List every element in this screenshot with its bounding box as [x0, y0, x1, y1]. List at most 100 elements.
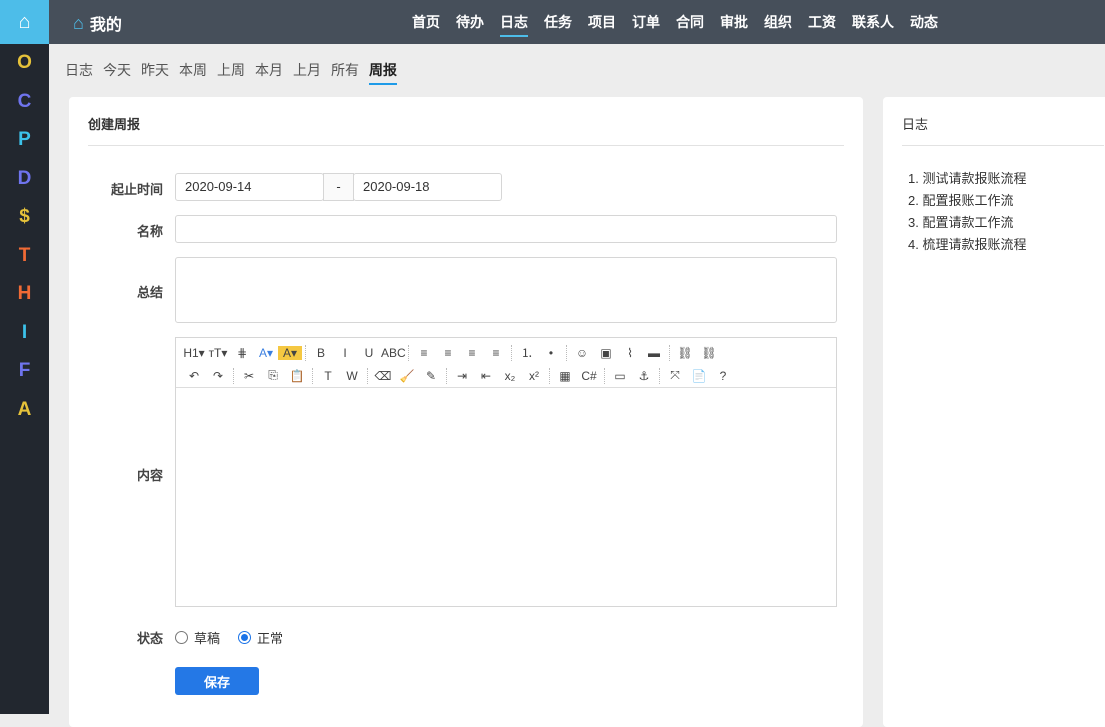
- sidebar-item-c[interactable]: C: [0, 83, 49, 122]
- nav-item[interactable]: 合同: [668, 0, 712, 44]
- tab-item[interactable]: 上周: [217, 60, 245, 85]
- nav-item[interactable]: 动态: [902, 0, 946, 44]
- toolbar-button-icon[interactable]: ⋕: [230, 346, 254, 360]
- rich-text-editor[interactable]: H1▾ тT▾ ⋕ A▾ A▾ B I U ABC ≡ ≡ ≡ ≡ ⒈ • ☺ ▣ ⌇ ▬ ⛓ ⛓ ↶ ↷ ✂ ⎘ 📋 T W ⌫ 🧹 ✎…: [175, 337, 837, 607]
- toolbar-button-icon[interactable]: ≡: [484, 346, 508, 360]
- toolbar-button-icon[interactable]: x²: [522, 369, 546, 383]
- toolbar-button-icon[interactable]: H1▾: [182, 346, 206, 360]
- nav-item[interactable]: 待办: [448, 0, 492, 44]
- toolbar-button-icon[interactable]: U: [357, 346, 381, 360]
- tab-item[interactable]: 昨天: [141, 60, 169, 85]
- sidebar-item-t[interactable]: T: [0, 237, 49, 276]
- name-input[interactable]: [175, 215, 837, 243]
- end-date-input[interactable]: 2020-09-18: [353, 173, 502, 201]
- toolbar-button-icon[interactable]: A▾: [278, 345, 302, 360]
- toolbar-button-icon[interactable]: ≡: [436, 346, 460, 360]
- nav-item[interactable]: 首页: [404, 0, 448, 44]
- sidebar-item-a[interactable]: A: [0, 391, 49, 430]
- toolbar-button-icon[interactable]: ≡: [412, 346, 436, 360]
- tab-item[interactable]: 上月: [293, 60, 321, 85]
- toolbar-button-icon[interactable]: •: [539, 346, 563, 360]
- toolbar-button-icon[interactable]: x₂: [498, 369, 522, 383]
- toolbar-button-icon[interactable]: ⇥: [450, 369, 474, 383]
- log-item[interactable]: 1. 测试请款报账流程: [908, 168, 1105, 190]
- tab-item[interactable]: 本月: [255, 60, 283, 85]
- nav-item[interactable]: 任务: [536, 0, 580, 44]
- toolbar-button-icon[interactable]: ▭: [608, 369, 632, 383]
- toolbar-button-icon[interactable]: ⛓: [697, 346, 721, 360]
- draft-label[interactable]: 草稿: [194, 628, 220, 647]
- sub-tabs: 日志 今天 昨天 本周 上周 本月 上月 所有 周报: [65, 60, 397, 85]
- start-date-input[interactable]: 2020-09-14: [175, 173, 324, 201]
- toolbar-button-icon[interactable]: A▾: [254, 346, 278, 360]
- sidebar-item-o[interactable]: O: [0, 44, 49, 83]
- home-icon[interactable]: ⌂: [0, 0, 49, 44]
- toolbar-button-icon[interactable]: ↷: [206, 369, 230, 383]
- toolbar-button-icon[interactable]: ⌇: [618, 346, 642, 360]
- toolbar-button-icon[interactable]: ⎘: [261, 368, 285, 383]
- sidebar: ⌂ O C P D $ T H I F A: [0, 0, 49, 714]
- toolbar-button-icon[interactable]: ?: [711, 369, 735, 383]
- sidebar-item-d[interactable]: D: [0, 160, 49, 199]
- nav-item[interactable]: 订单: [624, 0, 668, 44]
- toolbar-button-icon[interactable]: ⒈: [515, 344, 539, 361]
- toolbar-button-icon[interactable]: 📋: [285, 369, 309, 383]
- tab-item[interactable]: 日志: [65, 60, 93, 85]
- create-weekly-report-card: 创建周报 起止时间 2020-09-14 - 2020-09-18 名称 总结 …: [69, 97, 863, 727]
- tab-item[interactable]: 今天: [103, 60, 131, 85]
- toolbar-button-icon[interactable]: ≡: [460, 346, 484, 360]
- toolbar-button-icon[interactable]: 📄: [687, 369, 711, 383]
- toolbar-button-icon[interactable]: тT▾: [206, 346, 230, 360]
- toolbar-button-icon[interactable]: ⌫: [371, 369, 395, 383]
- toolbar-button-icon[interactable]: B: [309, 346, 333, 360]
- toolbar-button-icon[interactable]: ABC: [381, 346, 406, 360]
- brand[interactable]: ⌂ 我的: [73, 11, 122, 35]
- toolbar-button-icon[interactable]: W: [340, 369, 364, 383]
- summary-label: 总结: [136, 285, 163, 300]
- sidebar-item-h[interactable]: H: [0, 275, 49, 314]
- nav-item[interactable]: 项目: [580, 0, 624, 44]
- log-item[interactable]: 3. 配置请款工作流: [908, 212, 1105, 234]
- tab-item[interactable]: 所有: [331, 60, 359, 85]
- toolbar-button-icon[interactable]: C#: [577, 369, 601, 383]
- toolbar-button-icon[interactable]: ⛓: [673, 346, 697, 360]
- toolbar-button-icon[interactable]: I: [333, 346, 357, 360]
- tab-item[interactable]: 周报: [369, 60, 397, 85]
- card-title: 创建周报: [88, 97, 844, 146]
- sidebar-item-f[interactable]: F: [0, 352, 49, 391]
- sidebar-item-p[interactable]: P: [0, 121, 49, 160]
- nav-item[interactable]: 组织: [756, 0, 800, 44]
- sidebar-item-$[interactable]: $: [0, 198, 49, 237]
- nav-item[interactable]: 工资: [800, 0, 844, 44]
- toolbar-separator: [659, 367, 660, 384]
- toolbar-button-icon[interactable]: ▣: [594, 346, 618, 360]
- nav-item[interactable]: 联系人: [844, 0, 902, 44]
- main-nav: 首页 待办 日志 任务 项目 订单 合同 审批 组织 工资 联系人 动态: [404, 0, 946, 44]
- toolbar-button-icon[interactable]: ⤧: [663, 368, 687, 383]
- normal-label[interactable]: 正常: [257, 628, 283, 647]
- toolbar-button-icon[interactable]: ☺: [570, 346, 594, 360]
- toolbar-button-icon[interactable]: T: [316, 369, 340, 383]
- toolbar-separator: [511, 344, 512, 361]
- log-item[interactable]: 2. 配置报账工作流: [908, 190, 1105, 212]
- log-title: 日志: [902, 97, 1104, 146]
- summary-textarea[interactable]: [175, 257, 837, 323]
- toolbar-button-icon[interactable]: ✎: [419, 369, 443, 383]
- toolbar-button-icon[interactable]: 🧹: [395, 369, 419, 383]
- toolbar-button-icon[interactable]: ↶: [182, 369, 206, 383]
- nav-item[interactable]: 审批: [712, 0, 756, 44]
- toolbar-button-icon[interactable]: ✂: [237, 369, 261, 383]
- tab-item[interactable]: 本周: [179, 60, 207, 85]
- toolbar-separator: [604, 367, 605, 384]
- log-item[interactable]: 4. 梳理请款报账流程: [908, 234, 1105, 256]
- toolbar-button-icon[interactable]: ⚓: [632, 369, 656, 383]
- sidebar-item-i[interactable]: I: [0, 314, 49, 353]
- toolbar-button-icon[interactable]: ▬: [642, 346, 666, 360]
- save-button[interactable]: 保存: [175, 667, 259, 695]
- toolbar-button-icon[interactable]: ⇤: [474, 369, 498, 383]
- toolbar-button-icon[interactable]: ▦: [553, 369, 577, 383]
- normal-radio[interactable]: [238, 631, 252, 644]
- nav-item[interactable]: 日志: [492, 0, 536, 44]
- draft-radio[interactable]: [175, 631, 188, 644]
- toolbar-separator: [367, 367, 368, 384]
